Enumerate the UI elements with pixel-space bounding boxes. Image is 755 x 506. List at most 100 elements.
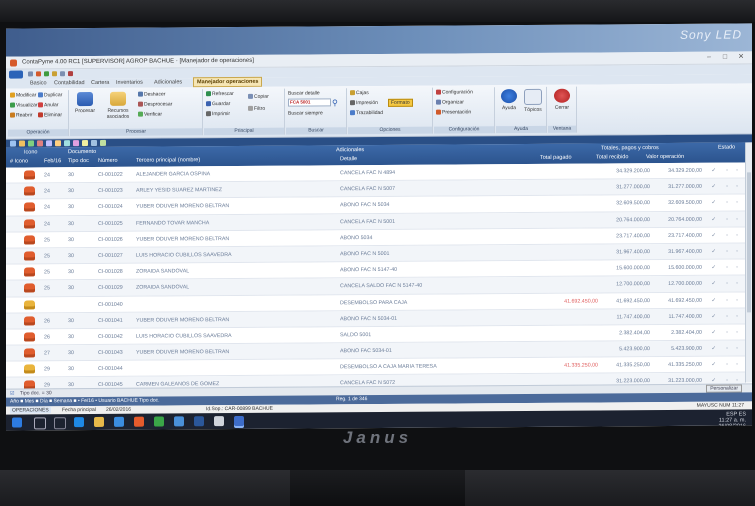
redo-icon[interactable] <box>44 71 49 77</box>
group-label-operacion: Operación <box>8 129 68 137</box>
tab-basico[interactable]: Basico <box>30 80 47 86</box>
formato-button[interactable]: Formato <box>388 98 413 107</box>
last-icon[interactable] <box>37 140 43 147</box>
tab-contabilidad[interactable]: Contabilidad <box>54 80 85 86</box>
filter-checkbox-icon[interactable]: ☑ <box>10 391 14 397</box>
impresion-button[interactable]: Impresión <box>350 100 378 106</box>
tab-operaciones[interactable]: OPERACIONES <box>10 407 51 414</box>
first-icon[interactable] <box>10 140 16 147</box>
search-detail-input[interactable]: FCA 5001 <box>288 98 331 107</box>
print-button[interactable]: Imprimir <box>206 111 230 117</box>
cell-dia: 25 <box>44 253 50 260</box>
expand-icon[interactable] <box>55 140 61 147</box>
subcol-icono[interactable]: # Icono <box>10 158 28 164</box>
minimize-button[interactable]: – <box>702 52 716 64</box>
contapyme-taskbar-icon[interactable] <box>234 415 244 427</box>
scroll-thumb[interactable] <box>747 172 751 313</box>
duplicate-button[interactable]: Duplicar <box>38 92 62 98</box>
save-button[interactable]: Guardar <box>206 101 230 107</box>
subcol-fecha[interactable]: Feb/16 <box>44 158 61 164</box>
undo-icon[interactable] <box>36 71 41 77</box>
group-icon[interactable] <box>73 140 79 147</box>
copy-button[interactable]: Copiar <box>248 94 269 100</box>
personalize-button[interactable]: Personalizar <box>706 384 742 393</box>
app-icon[interactable] <box>174 416 184 427</box>
modify-button[interactable]: Modificar <box>10 92 36 99</box>
col-estado[interactable]: Estado <box>718 145 735 151</box>
unprocess-button[interactable]: Desprocesar <box>138 101 172 108</box>
tab-manejador-operaciones[interactable]: Manejador operaciones <box>193 76 263 88</box>
presentation-button[interactable]: Presentación <box>436 109 471 116</box>
filter-button[interactable]: Filtro <box>248 106 265 112</box>
subcol-tercero[interactable]: Tercero principal (nombre) <box>136 157 200 163</box>
maximize-button[interactable]: □ <box>718 52 732 64</box>
grid-icon[interactable] <box>46 140 52 147</box>
task-view-icon[interactable] <box>54 417 66 430</box>
col-totales[interactable]: Totales, pagos y cobros <box>601 145 659 151</box>
state-flag-icon: ◦ <box>726 361 728 368</box>
collapse-icon[interactable] <box>64 140 70 147</box>
prev-icon[interactable] <box>19 140 25 147</box>
topics-button[interactable]: Tópicos <box>522 88 544 113</box>
cajas-button[interactable]: Cajas <box>350 90 369 96</box>
nav-filters[interactable]: Año ■ Mes ■ Día ■ Semana ■ • Fe/16 • Usu… <box>10 398 160 405</box>
export-icon[interactable] <box>100 139 106 146</box>
check-icon: ✓ <box>711 313 716 320</box>
search-icon[interactable] <box>34 417 46 430</box>
reopen-button[interactable]: Reabrir <box>10 112 32 119</box>
tab-adicionales[interactable]: Adicionales <box>154 79 182 85</box>
store-icon[interactable] <box>114 416 124 427</box>
subcol-detalle[interactable]: Detalle <box>340 156 357 162</box>
verify-button[interactable]: Verificar <box>138 112 162 118</box>
subcol-numero[interactable]: Número <box>98 158 118 164</box>
edge-icon[interactable] <box>74 417 84 428</box>
state-flag-icon: ◦ <box>726 329 728 336</box>
main-date-value[interactable]: 26/02/2016 <box>106 407 131 413</box>
resources-button[interactable]: Recursos asociados <box>102 91 134 120</box>
col-icono[interactable]: Icono <box>24 149 37 155</box>
close-window-button[interactable]: Cerrar <box>551 88 573 111</box>
sort-icon[interactable] <box>82 140 88 147</box>
browser-icon[interactable] <box>134 416 144 427</box>
col-adicionales[interactable]: Adicionales <box>336 147 364 153</box>
filter-label[interactable]: Tipo doc. = 30 <box>20 390 52 396</box>
check-icon: ✓ <box>711 232 716 239</box>
chrome-icon[interactable] <box>154 416 164 427</box>
windows-start-icon[interactable] <box>12 417 22 428</box>
tab-inventarios[interactable]: Inventarios <box>116 80 143 86</box>
help-icon[interactable] <box>68 71 73 77</box>
explorer-icon[interactable] <box>94 416 104 427</box>
delete-button[interactable]: Eliminar <box>38 112 62 118</box>
search-icon[interactable]: ⚲ <box>332 98 338 107</box>
word-icon[interactable] <box>194 416 204 427</box>
help-button[interactable]: Ayuda <box>498 89 520 111</box>
app2-icon[interactable] <box>214 416 224 427</box>
trazabilidad-button[interactable]: Trazabilidad <box>350 110 383 116</box>
cell-tercero: YUBER ODUVER MORENO BELTRAN <box>136 316 230 324</box>
search-always-toggle[interactable]: Buscar siempre <box>288 110 323 116</box>
close-button[interactable]: ✕ <box>734 51 748 63</box>
cell-recibido: 41.692.450,00 <box>616 297 650 304</box>
vertical-scrollbar[interactable] <box>745 142 752 383</box>
save-icon[interactable] <box>28 71 33 77</box>
app-menu-icon[interactable] <box>9 70 23 79</box>
refresh-button[interactable]: Refrescar <box>206 91 234 97</box>
col-documento[interactable]: Documento <box>68 149 96 155</box>
tools-icon <box>436 89 441 95</box>
organize-button[interactable]: Organizar <box>436 99 464 106</box>
subcol-valor[interactable]: Valor operación <box>646 154 684 160</box>
cell-tercero: ZORAIDA SANDOVAL <box>136 284 190 292</box>
subcol-recibido[interactable]: Total recibido <box>596 154 628 160</box>
void-button[interactable]: Anular <box>38 102 58 108</box>
undo-process-button[interactable]: Deshacer <box>138 91 165 98</box>
subcol-tipo[interactable]: Tipo doc <box>68 158 89 164</box>
config-button[interactable]: Configuración <box>436 89 473 96</box>
next-icon[interactable] <box>28 140 34 147</box>
process-button[interactable]: Procesar <box>72 91 98 114</box>
folder-icon[interactable] <box>52 71 57 77</box>
columns-icon[interactable] <box>91 139 97 147</box>
tab-cartera[interactable]: Cartera <box>91 80 109 86</box>
subcol-pagado[interactable]: Total pagado <box>540 155 572 161</box>
view-button[interactable]: Visualizar <box>10 102 38 109</box>
print-icon[interactable] <box>60 71 65 77</box>
